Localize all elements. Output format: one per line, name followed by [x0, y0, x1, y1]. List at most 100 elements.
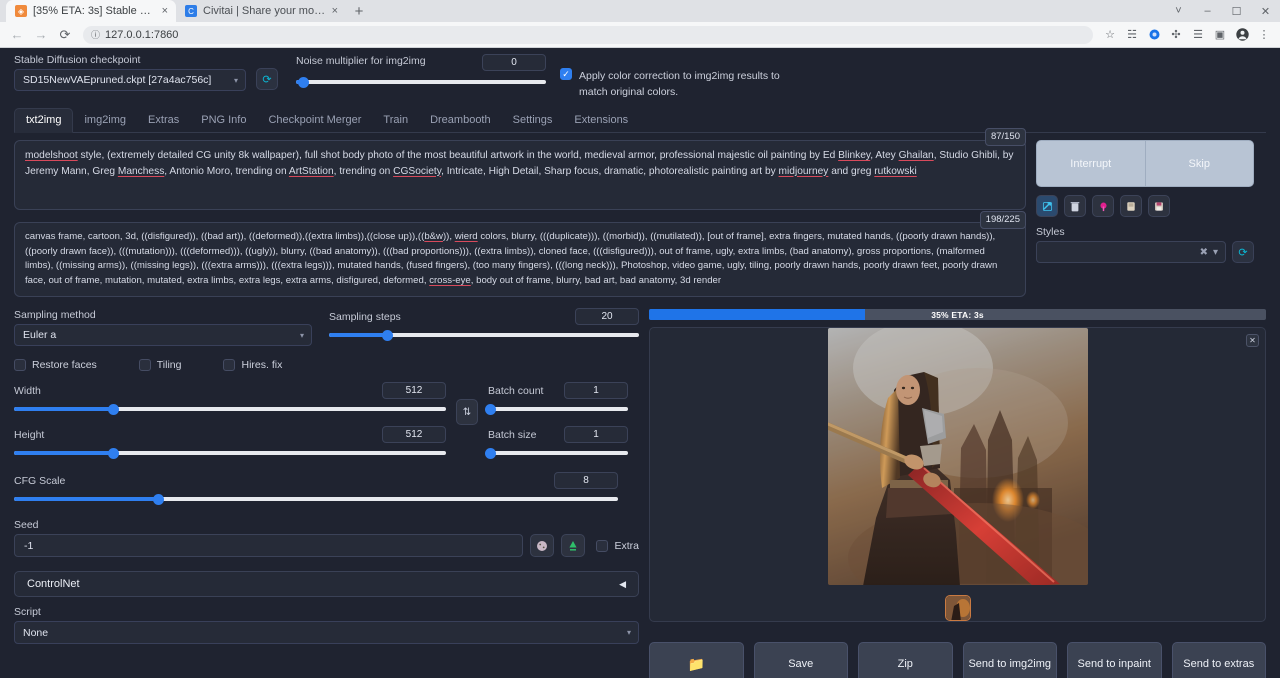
- apply-style-clipboard-icon[interactable]: [1120, 195, 1142, 217]
- sampling-steps-value[interactable]: 20: [575, 308, 639, 325]
- browser-tab-stable-diffusion[interactable]: ◈ [35% ETA: 3s] Stable Diffusion ×: [6, 0, 176, 22]
- seed-input[interactable]: -1: [14, 534, 523, 557]
- back-icon[interactable]: ←: [6, 24, 28, 46]
- browser-chrome: ◈ [35% ETA: 3s] Stable Diffusion × C Civ…: [0, 0, 1280, 48]
- account-avatar-icon[interactable]: [1232, 25, 1252, 45]
- settings-column: Sampling method Euler a ▾ Sampling steps…: [14, 309, 639, 678]
- checkpoint-select[interactable]: SD15NewVAEpruned.ckpt [27a4ac756c] ▾: [14, 69, 246, 91]
- chevron-down-icon[interactable]: ▾: [1213, 247, 1218, 258]
- tab-png-info[interactable]: PNG Info: [190, 109, 257, 132]
- hires-fix-toggle[interactable]: ✓ Hires. fix: [223, 359, 282, 371]
- noise-multiplier-slider[interactable]: [296, 74, 546, 90]
- tab-train[interactable]: Train: [372, 109, 419, 132]
- open-folder-button[interactable]: 📁: [649, 642, 744, 678]
- batch-size-slider[interactable]: [488, 445, 628, 461]
- chevron-left-icon[interactable]: ◀: [619, 579, 626, 590]
- tiling-checkbox[interactable]: ✓: [139, 359, 151, 371]
- swap-dimensions-icon[interactable]: ⇅: [456, 399, 478, 425]
- clear-prompt-trash-icon[interactable]: [1064, 195, 1086, 217]
- cfg-scale-slider[interactable]: [14, 491, 618, 507]
- positive-prompt-textarea[interactable]: modelshoot style, (extremely detailed CG…: [14, 140, 1026, 210]
- recycle-seed-icon[interactable]: [561, 534, 585, 557]
- tab-strip: ◈ [35% ETA: 3s] Stable Diffusion × C Civ…: [0, 0, 372, 22]
- restore-faces-toggle[interactable]: ✓ Restore faces: [14, 359, 97, 371]
- extra-checkbox[interactable]: ✓: [596, 540, 608, 552]
- send-to-img2img-button[interactable]: Send to img2img: [963, 642, 1058, 678]
- styles-label: Styles: [1036, 226, 1254, 238]
- clear-x-icon[interactable]: ✖: [1200, 247, 1208, 258]
- bookmark-star-icon[interactable]: ☆: [1100, 25, 1120, 45]
- extra-seed-toggle[interactable]: ✓ Extra: [596, 540, 639, 552]
- refresh-styles-button[interactable]: ⟳: [1232, 241, 1254, 263]
- send-to-inpaint-button[interactable]: Send to inpaint: [1067, 642, 1162, 678]
- styles-select[interactable]: ✖ ▾: [1036, 241, 1226, 263]
- noise-multiplier-value[interactable]: 0: [482, 54, 546, 71]
- sampling-steps-label: Sampling steps: [329, 311, 401, 323]
- extensions-puzzle-icon[interactable]: ✣: [1166, 25, 1186, 45]
- controlnet-accordion[interactable]: ControlNet ◀: [14, 571, 639, 597]
- side-panel-icon[interactable]: ▣: [1210, 25, 1230, 45]
- color-correction-checkbox[interactable]: ✓: [560, 68, 572, 80]
- batch-size-value[interactable]: 1: [564, 426, 628, 443]
- tab-txt2img[interactable]: txt2img: [14, 108, 73, 133]
- reload-icon[interactable]: ⟳: [54, 24, 76, 46]
- show-extra-networks-icon[interactable]: [1092, 195, 1114, 217]
- restore-faces-checkbox[interactable]: ✓: [14, 359, 26, 371]
- batch-count-value[interactable]: 1: [564, 382, 628, 399]
- height-value[interactable]: 512: [382, 426, 446, 443]
- paste-arrow-icon[interactable]: [1036, 195, 1058, 217]
- save-button[interactable]: Save: [754, 642, 849, 678]
- cfg-scale-value[interactable]: 8: [554, 472, 618, 489]
- interrupt-button[interactable]: Interrupt: [1036, 140, 1146, 187]
- generated-image[interactable]: [828, 328, 1088, 585]
- prompt-zone: modelshoot style, (extremely detailed CG…: [14, 140, 1266, 297]
- zip-button[interactable]: Zip: [858, 642, 953, 678]
- sampling-steps-slider[interactable]: [329, 327, 639, 343]
- height-slider[interactable]: [14, 445, 446, 461]
- reading-list-icon[interactable]: ☰: [1188, 25, 1208, 45]
- color-correction-field[interactable]: ✓ Apply color correction to img2img resu…: [560, 54, 790, 101]
- refresh-checkpoints-button[interactable]: ⟳: [256, 68, 278, 90]
- prompt-tool-buttons: [1036, 195, 1254, 217]
- close-icon[interactable]: ×: [162, 6, 168, 17]
- profile-circle-icon[interactable]: [1144, 25, 1164, 45]
- tab-extensions[interactable]: Extensions: [563, 109, 639, 132]
- batch-count-slider[interactable]: [488, 401, 628, 417]
- tab-img2img[interactable]: img2img: [73, 109, 137, 132]
- send-to-extras-button[interactable]: Send to extras: [1172, 642, 1267, 678]
- controlnet-label: ControlNet: [27, 578, 80, 590]
- noise-multiplier-field: Noise multiplier for img2img 0: [296, 54, 546, 90]
- chevron-down-icon[interactable]: ˅: [1164, 0, 1193, 22]
- sampling-method-select[interactable]: Euler a ▾: [14, 324, 312, 346]
- address-bar[interactable]: ⓘ 127.0.0.1:7860: [83, 26, 1093, 44]
- new-tab-button[interactable]: +: [346, 0, 372, 22]
- hires-fix-label: Hires. fix: [241, 359, 282, 371]
- maximize-icon[interactable]: ☐: [1222, 0, 1251, 22]
- tiling-label: Tiling: [157, 359, 182, 371]
- media-device-icon[interactable]: ☵: [1122, 25, 1142, 45]
- forward-icon[interactable]: →: [30, 24, 52, 46]
- save-style-icon[interactable]: [1148, 195, 1170, 217]
- minimize-icon[interactable]: –: [1193, 0, 1222, 22]
- negative-prompt-textarea[interactable]: canvas frame, cartoon, 3d, ((disfigured)…: [14, 222, 1026, 297]
- width-slider[interactable]: [14, 401, 446, 417]
- main-tabs: txt2img img2img Extras PNG Info Checkpoi…: [14, 107, 1266, 133]
- output-column: 35% ETA: 3s ✕: [649, 309, 1266, 678]
- generated-image-thumbnail[interactable]: [945, 595, 971, 621]
- browser-tab-civitai[interactable]: C Civitai | Share your models ×: [176, 0, 346, 22]
- hires-fix-checkbox[interactable]: ✓: [223, 359, 235, 371]
- overflow-menu-icon[interactable]: ⋮: [1254, 25, 1274, 45]
- tab-settings[interactable]: Settings: [502, 109, 564, 132]
- tab-checkpoint-merger[interactable]: Checkpoint Merger: [257, 109, 372, 132]
- script-select[interactable]: None ▾: [14, 621, 639, 644]
- tab-dreambooth[interactable]: Dreambooth: [419, 109, 502, 132]
- extra-label: Extra: [614, 540, 639, 552]
- tiling-toggle[interactable]: ✓ Tiling: [139, 359, 182, 371]
- close-icon[interactable]: ✕: [1246, 334, 1259, 347]
- skip-button[interactable]: Skip: [1146, 140, 1255, 187]
- close-icon[interactable]: ×: [332, 6, 338, 17]
- random-dice-icon[interactable]: [530, 534, 554, 557]
- width-value[interactable]: 512: [382, 382, 446, 399]
- tab-extras[interactable]: Extras: [137, 109, 190, 132]
- close-icon[interactable]: ✕: [1251, 0, 1280, 22]
